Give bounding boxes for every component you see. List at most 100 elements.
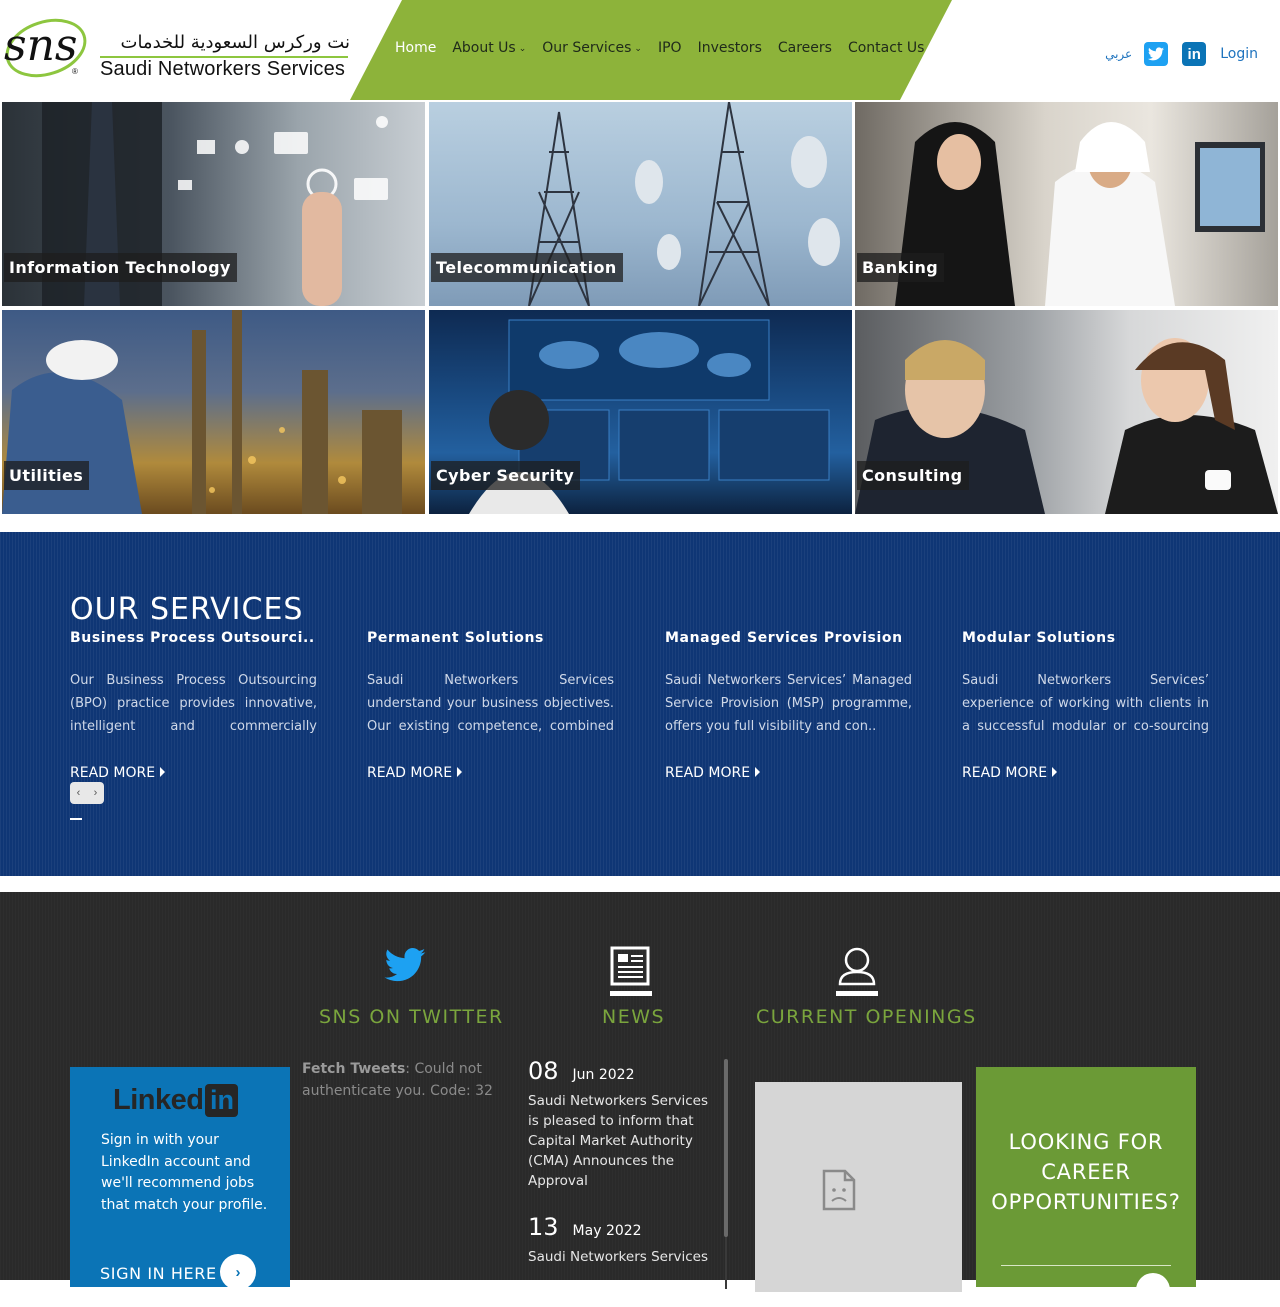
read-more-link[interactable]: READ MORE: [367, 765, 614, 781]
login-link[interactable]: Login: [1220, 46, 1258, 62]
caret-right-icon: [457, 767, 463, 777]
our-services-section: OUR SERVICES Business Process Outsourci.…: [0, 532, 1280, 876]
section-title: OUR SERVICES: [70, 592, 304, 627]
nav-about-us-label: About Us: [452, 40, 516, 56]
nav-investors[interactable]: Investors: [698, 40, 762, 56]
social-news-section: SNS ON TWITTER NEWS CURRENT OPENINGS Lin…: [0, 892, 1280, 1307]
news-list: 08 Jun 2022 Saudi Networkers Services is…: [528, 1057, 718, 1287]
sns-logo-mark: sns ®: [4, 18, 87, 78]
site-header: sns ® نت وركرس السعودية للخدمات Saudi Ne…: [0, 0, 1280, 100]
openings-heading: CURRENT OPENINGS: [756, 1006, 977, 1028]
nav-contact-us[interactable]: Contact Us: [848, 40, 924, 56]
service-title: Managed Services Provision: [665, 630, 903, 646]
nav-about-us[interactable]: About Us ⌄: [452, 40, 526, 56]
news-heading: NEWS: [602, 1006, 666, 1028]
openings-frame: [755, 1082, 962, 1292]
read-more-label: READ MORE: [70, 765, 156, 781]
tile-utilities[interactable]: Utilities: [2, 310, 425, 514]
read-more-link[interactable]: READ MORE: [665, 765, 912, 781]
carousel-indicator: [70, 818, 82, 820]
news-month: May 2022: [572, 1223, 642, 1239]
news-date: 13 May 2022: [528, 1213, 718, 1241]
news-day: 13: [528, 1213, 559, 1241]
carousel-pager: ‹ ›: [70, 782, 104, 804]
nav-our-services[interactable]: Our Services ⌄: [542, 40, 642, 56]
read-more-link[interactable]: READ MORE: [962, 765, 1209, 781]
tile-label: Utilities: [4, 461, 90, 490]
news-scrollbar[interactable]: [724, 1059, 728, 1237]
main-nav: Home About Us ⌄ Our Services ⌄ IPO Investo…: [395, 40, 940, 56]
svg-text:sns: sns: [4, 20, 78, 71]
caret-right-icon: [755, 767, 761, 777]
tile-telecommunication[interactable]: Telecommunication: [429, 102, 852, 306]
chevron-down-icon: ⌄: [634, 44, 642, 54]
news-item[interactable]: 08 Jun 2022 Saudi Networkers Services is…: [528, 1057, 718, 1191]
svg-text:®: ®: [72, 67, 78, 76]
caret-right-icon: [160, 767, 166, 777]
linkedin-button[interactable]: in: [1182, 42, 1207, 66]
tile-label: Consulting: [857, 461, 969, 490]
news-item[interactable]: 13 May 2022 Saudi Networkers Services: [528, 1213, 718, 1267]
tile-label: Cyber Security: [431, 461, 581, 490]
chevron-down-icon: ⌄: [518, 44, 527, 54]
service-description: Saudi Networkers Services’ experience of…: [962, 673, 1209, 734]
linkedin-wordmark: Linked: [113, 1084, 204, 1116]
header-utilities: عربي in Login: [1105, 42, 1258, 66]
read-more-label: READ MORE: [962, 765, 1048, 781]
tile-cyber-security[interactable]: Cyber Security: [429, 310, 852, 514]
chevron-right-icon[interactable]: ›: [220, 1254, 256, 1290]
linkedin-sign-in-link[interactable]: SIGN IN HERE: [100, 1264, 217, 1283]
linkedin-description: Sign in with your LinkedIn account and w…: [101, 1132, 268, 1213]
service-title: Modular Solutions: [962, 630, 1116, 646]
nav-home[interactable]: Home: [395, 40, 436, 56]
tile-label: Information Technology: [4, 253, 237, 282]
twitter-heading: SNS ON TWITTER: [319, 1006, 504, 1028]
linkedin-icon: in: [205, 1084, 239, 1117]
carousel-prev-button[interactable]: ‹: [70, 782, 87, 804]
linkedin-card: Linked in Sign in with your LinkedIn acc…: [70, 1067, 290, 1290]
carousel-next-button[interactable]: ›: [87, 782, 104, 804]
company-logo[interactable]: sns ® نت وركرس السعودية للخدمات Saudi Ne…: [2, 12, 352, 80]
service-title: Permanent Solutions: [367, 630, 544, 646]
service-card: Permanent Solutions Saudi Networkers Ser…: [367, 630, 614, 781]
service-card: Managed Services Provision Saudi Network…: [665, 630, 912, 781]
career-divider: [1001, 1265, 1171, 1266]
service-description: Saudi Networkers Services’ Managed Servi…: [665, 673, 912, 734]
logo-english-name: Saudi Networkers Services: [100, 58, 346, 80]
tile-information-technology[interactable]: Information Technology: [2, 102, 425, 306]
nav-ipo[interactable]: IPO: [658, 40, 682, 56]
news-date: 08 Jun 2022: [528, 1057, 718, 1085]
tweets-error-label: Fetch Tweets: [302, 1061, 406, 1077]
news-day: 08: [528, 1057, 559, 1085]
read-more-label: READ MORE: [367, 765, 453, 781]
service-description: Our Business Process Outsourcing (BPO) p…: [70, 673, 317, 734]
broken-document-icon: [822, 1169, 856, 1211]
nav-our-services-label: Our Services: [542, 40, 632, 56]
tile-consulting[interactable]: Consulting: [855, 310, 1278, 514]
logo-arabic-name: نت وركرس السعودية للخدمات: [120, 32, 351, 53]
career-card[interactable]: LOOKING FOR CAREER OPPORTUNITIES?: [976, 1067, 1196, 1307]
caret-right-icon: [1052, 767, 1058, 777]
career-arrow-button[interactable]: [1136, 1273, 1170, 1307]
service-card: Business Process Outsourci.. Our Busines…: [70, 630, 317, 781]
news-headline: Saudi Networkers Services is pleased to …: [528, 1093, 709, 1189]
linkedin-logo: Linked in: [113, 1084, 239, 1117]
tile-label: Telecommunication: [431, 253, 623, 282]
linkedin-icon: in: [1187, 45, 1201, 63]
news-month: Jun 2022: [572, 1067, 635, 1083]
read-more-link[interactable]: READ MORE: [70, 765, 317, 781]
service-title: Business Process Outsourci..: [70, 630, 315, 646]
nav-careers[interactable]: Careers: [778, 40, 832, 56]
twitter-button[interactable]: [1144, 42, 1169, 66]
service-description: Saudi Networkers Services understand you…: [367, 673, 614, 734]
tweets-feed: Fetch Tweets: Could not authenticate you…: [302, 1058, 502, 1102]
news-headline: Saudi Networkers Services: [528, 1249, 709, 1265]
twitter-icon: [1148, 47, 1165, 61]
twitter-icon: [384, 948, 426, 982]
read-more-label: READ MORE: [665, 765, 751, 781]
tile-label: Banking: [857, 253, 945, 282]
career-heading: LOOKING FOR CAREER OPPORTUNITIES?: [991, 1130, 1181, 1214]
language-switch[interactable]: عربي: [1105, 47, 1132, 61]
user-icon: [836, 947, 878, 996]
tile-banking[interactable]: Banking: [855, 102, 1278, 306]
